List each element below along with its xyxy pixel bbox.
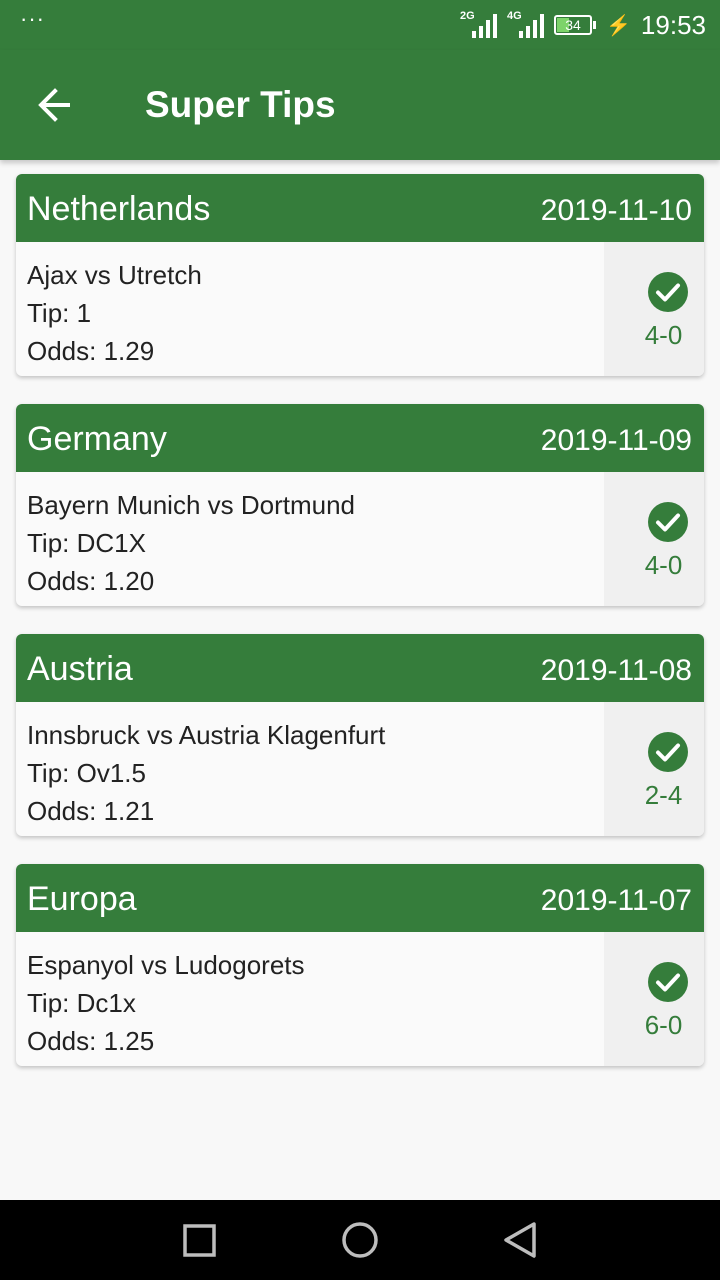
result-panel: 6-0: [604, 932, 704, 1066]
final-score: 4-0: [644, 550, 683, 580]
app-bar: Super Tips: [0, 50, 720, 160]
status-icons: 2G 4G 34 ⚡ 19:53: [460, 10, 706, 40]
tip-card-body: Innsbruck vs Austria Klagenfurt Tip: Ov1…: [16, 702, 704, 836]
network-4g-label: 4G: [507, 10, 522, 22]
tip-card[interactable]: Germany 2019-11-09 Bayern Munich vs Dort…: [16, 404, 704, 606]
match-name: Innsbruck vs Austria Klagenfurt: [27, 720, 386, 750]
battery-icon: 34: [554, 15, 597, 35]
system-nav-bar: [0, 1200, 720, 1280]
match-name: Espanyol vs Ludogorets: [27, 950, 305, 980]
odds-value: Odds: 1.20: [27, 566, 155, 596]
odds-value: Odds: 1.29: [27, 336, 155, 366]
tip-card-body: Bayern Munich vs Dortmund Tip: DC1X Odds…: [16, 472, 704, 606]
charging-icon: ⚡: [606, 14, 631, 37]
tip-card-body: Ajax vs Utretch Tip: 1 Odds: 1.29 4-0: [16, 242, 704, 376]
tip-value: Tip: 1: [27, 298, 92, 328]
signal-2g-icon: 2G: [460, 10, 498, 38]
tip-card-header: Austria 2019-11-08: [16, 634, 704, 702]
country-label: Netherlands: [27, 190, 211, 228]
match-date: 2019-11-09: [540, 424, 692, 457]
battery-level: 34: [565, 17, 581, 33]
match-date: 2019-11-08: [540, 654, 692, 687]
final-score: 6-0: [644, 1010, 683, 1040]
match-name: Ajax vs Utretch: [27, 260, 202, 290]
triangle-back-icon[interactable]: [500, 1220, 540, 1260]
check-circle-icon: [648, 732, 688, 772]
check-circle-icon: [648, 962, 688, 1002]
circle-home-icon[interactable]: [340, 1220, 380, 1260]
tip-info: Bayern Munich vs Dortmund Tip: DC1X Odds…: [27, 486, 355, 600]
tip-card-header: Germany 2019-11-09: [16, 404, 704, 472]
country-label: Europa: [27, 880, 137, 918]
result-panel: 2-4: [604, 702, 704, 836]
check-circle-icon: [648, 502, 688, 542]
odds-value: Odds: 1.21: [27, 796, 155, 826]
match-date: 2019-11-07: [540, 884, 692, 917]
square-recents-icon[interactable]: [180, 1220, 220, 1260]
country-label: Austria: [27, 650, 133, 688]
network-2g-label: 2G: [460, 10, 475, 22]
tip-card[interactable]: Europa 2019-11-07 Espanyol vs Ludogorets…: [16, 864, 704, 1066]
tips-list: Netherlands 2019-11-10 Ajax vs Utretch T…: [16, 174, 704, 1094]
check-circle-icon: [648, 272, 688, 312]
tip-info: Espanyol vs Ludogorets Tip: Dc1x Odds: 1…: [27, 946, 305, 1060]
tip-card-header: Europa 2019-11-07: [16, 864, 704, 932]
odds-value: Odds: 1.25: [27, 1026, 155, 1056]
result-panel: 4-0: [604, 242, 704, 376]
status-bar: ··· 2G 4G 34 ⚡ 19:53: [0, 0, 720, 50]
page-title: Super Tips: [145, 84, 336, 125]
tip-value: Tip: DC1X: [27, 528, 146, 558]
tip-card-header: Netherlands 2019-11-10: [16, 174, 704, 242]
match-date: 2019-11-10: [540, 194, 692, 227]
notification-dots: ···: [20, 6, 45, 31]
result-panel: 4-0: [604, 472, 704, 606]
final-score: 4-0: [644, 320, 683, 350]
tip-card[interactable]: Netherlands 2019-11-10 Ajax vs Utretch T…: [16, 174, 704, 376]
arrow-back-icon: [38, 88, 70, 122]
tip-info: Ajax vs Utretch Tip: 1 Odds: 1.29: [27, 256, 202, 370]
tip-value: Tip: Ov1.5: [27, 758, 146, 788]
tip-card[interactable]: Austria 2019-11-08 Innsbruck vs Austria …: [16, 634, 704, 836]
tip-card-body: Espanyol vs Ludogorets Tip: Dc1x Odds: 1…: [16, 932, 704, 1066]
back-button[interactable]: [28, 80, 84, 130]
tip-value: Tip: Dc1x: [27, 988, 136, 1018]
country-label: Germany: [27, 420, 167, 458]
match-name: Bayern Munich vs Dortmund: [27, 490, 356, 520]
tip-info: Innsbruck vs Austria Klagenfurt Tip: Ov1…: [27, 716, 385, 830]
final-score: 2-4: [644, 780, 683, 810]
signal-4g-icon: 4G: [507, 10, 545, 38]
status-time: 19:53: [640, 9, 706, 40]
